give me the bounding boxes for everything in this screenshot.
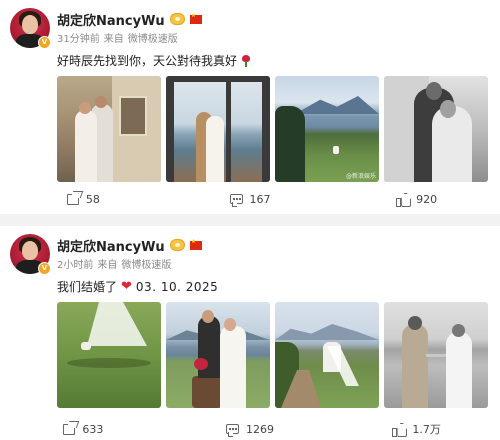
photo-watermark: @新浪娱乐 [345, 173, 376, 180]
post-source[interactable]: 微博极速版 [128, 30, 178, 45]
post-text-content: 好時辰先找到你，天公對待我真好 [57, 54, 238, 68]
photo-lake-landscape[interactable]: @新浪娱乐 [275, 76, 379, 182]
author-row: 胡定欣NancyWu [57, 10, 202, 29]
thumbs-up-icon [396, 193, 409, 207]
wedding-date: 03. 10. 2025 [135, 279, 219, 294]
thumbs-up-icon [392, 423, 405, 437]
like-button[interactable]: 920 [333, 188, 500, 210]
source-prefix: 来自 [103, 34, 124, 45]
post-meta: 31分钟前 来自 微博极速版 [57, 30, 178, 45]
photo-couple-lake-bw[interactable] [384, 302, 488, 408]
comment-icon [226, 424, 239, 437]
share-count: 58 [85, 192, 100, 206]
share-icon [63, 423, 76, 435]
share-count: 633 [82, 422, 104, 436]
photo-veil-grass[interactable] [57, 302, 161, 408]
share-icon [66, 193, 79, 205]
vip-crown-icon [169, 239, 185, 251]
photo-grid [57, 302, 488, 408]
rose-emoji-icon [241, 54, 251, 67]
post-time: 31分钟前 [57, 34, 100, 45]
photo-couple-window[interactable] [166, 76, 270, 182]
like-count: 1.7万 [412, 423, 441, 436]
post-source[interactable]: 微博极速版 [121, 256, 171, 271]
photo-couple-building[interactable] [57, 76, 161, 182]
weibo-post-1: V 胡定欣NancyWu 31分钟前 来自 微博极速版 好時辰先找到你，天公對待… [0, 0, 500, 214]
like-count: 920 [416, 192, 438, 206]
china-flag-icon [189, 12, 202, 24]
like-button[interactable]: 1.7万 [333, 418, 500, 440]
action-bar: 58 167 920 [0, 188, 500, 210]
post-text: 我们结婚了 ❤ 03. 10. 2025 [57, 278, 218, 295]
source-prefix: 来自 [97, 260, 118, 271]
author-row: 胡定欣NancyWu [57, 236, 202, 255]
comment-count: 167 [249, 192, 271, 206]
photo-couple-field[interactable] [275, 302, 379, 408]
action-bar: 633 1269 1.7万 [0, 418, 500, 440]
photo-grid: @新浪娱乐 [57, 76, 488, 182]
post-time: 2小时前 [57, 260, 94, 271]
heart-emoji-icon: ❤ [121, 278, 132, 294]
post-text-content: 我们结婚了 [57, 280, 118, 294]
comment-button[interactable]: 1269 [167, 418, 334, 440]
china-flag-icon [189, 238, 202, 250]
verified-badge-icon: V [38, 262, 51, 275]
photo-couple-bw[interactable] [384, 76, 488, 182]
post-meta: 2小时前 来自 微博极速版 [57, 256, 171, 271]
author-name[interactable]: 胡定欣NancyWu [57, 10, 165, 29]
comment-button[interactable]: 167 [167, 188, 334, 210]
verified-badge-icon: V [38, 36, 51, 49]
weibo-post-2: V 胡定欣NancyWu 2小时前 来自 微博极速版 我们结婚了 ❤ 03. 1… [0, 226, 500, 440]
post-text: 好時辰先找到你，天公對待我真好 [57, 52, 251, 69]
share-button[interactable]: 633 [0, 418, 167, 440]
author-name[interactable]: 胡定欣NancyWu [57, 236, 165, 255]
photo-couple-barrel[interactable] [166, 302, 270, 408]
comment-icon [229, 194, 243, 207]
vip-crown-icon [169, 13, 185, 25]
comment-count: 1269 [246, 422, 274, 436]
share-button[interactable]: 58 [0, 188, 167, 210]
